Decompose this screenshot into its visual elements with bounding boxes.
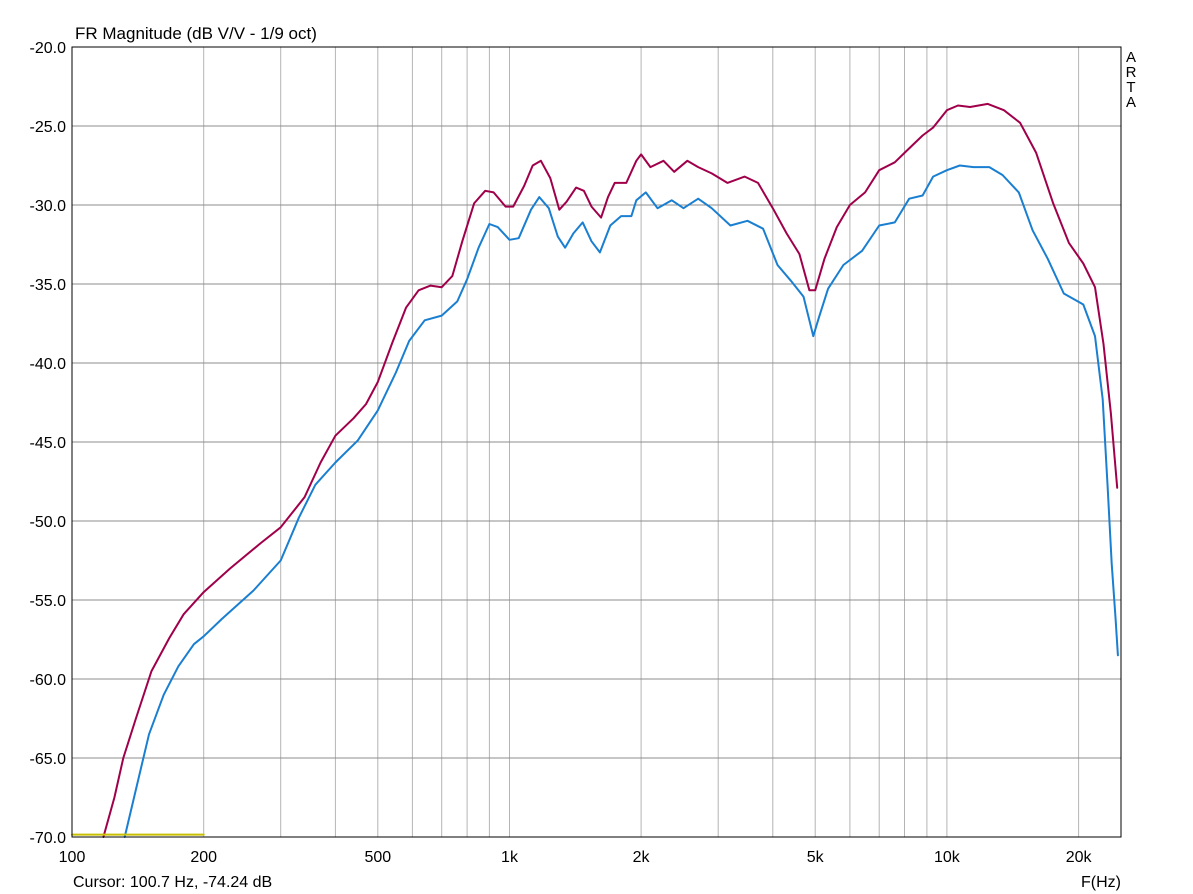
y-tick-label: -55.0 xyxy=(30,593,67,610)
fr-magnitude-chart: -20.0 -25.0 -30.0 -35.0 -40.0 -45.0 -50.0 -55.0… xyxy=(30,24,1137,891)
x-tick-labels: 100 200 500 1k 2k 5k 10k 20k xyxy=(59,849,1093,866)
cursor-readout: Cursor: 100.7 Hz, -74.24 dB xyxy=(73,874,272,891)
y-tick-label: -20.0 xyxy=(30,40,67,57)
x-axis-label: F(Hz) xyxy=(1081,874,1121,891)
y-tick-label: -70.0 xyxy=(30,830,67,847)
y-tick-label: -35.0 xyxy=(30,277,67,294)
chart-title: FR Magnitude (dB V/V - 1/9 oct) xyxy=(75,24,317,43)
y-tick-labels: -20.0 -25.0 -30.0 -35.0 -40.0 -45.0 -50.0 -55.0… xyxy=(30,40,67,847)
y-tick-label: -60.0 xyxy=(30,672,67,689)
brand-label: ARTA xyxy=(1126,49,1137,111)
x-tick-label: 200 xyxy=(190,849,217,866)
x-tick-label: 10k xyxy=(934,849,961,866)
x-tick-label: 1k xyxy=(501,849,519,866)
y-tick-label: -25.0 xyxy=(30,119,67,136)
y-tick-label: -50.0 xyxy=(30,514,67,531)
y-tick-label: -30.0 xyxy=(30,198,67,215)
x-tick-label: 5k xyxy=(807,849,825,866)
y-tick-label: -65.0 xyxy=(30,751,67,768)
x-tick-label: 500 xyxy=(364,849,391,866)
x-tick-label: 100 xyxy=(59,849,86,866)
y-tick-label: -40.0 xyxy=(30,356,67,373)
y-tick-label: -45.0 xyxy=(30,435,67,452)
x-tick-label: 2k xyxy=(633,849,651,866)
x-tick-label: 20k xyxy=(1066,849,1093,866)
